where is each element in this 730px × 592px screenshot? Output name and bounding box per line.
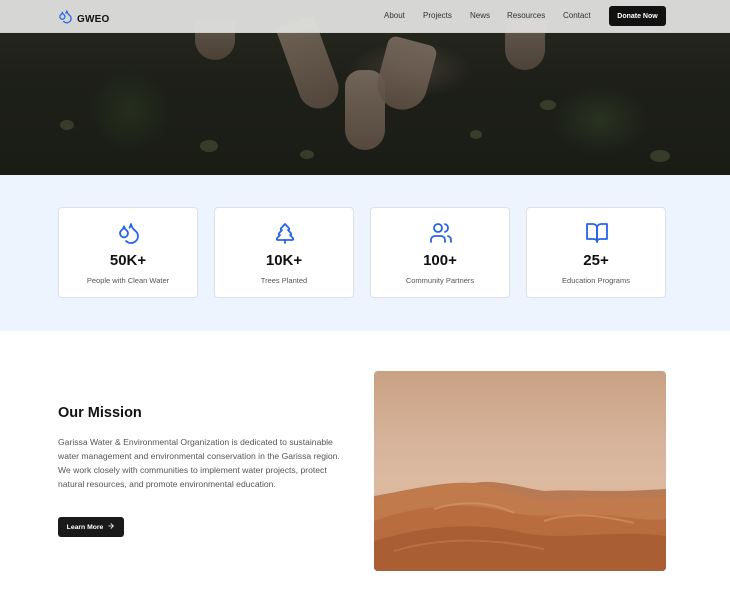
droplets-icon [58, 9, 73, 29]
stat-value: 25+ [583, 252, 609, 269]
stat-card-partners: 100+ Community Partners [370, 207, 510, 298]
stat-value: 100+ [423, 252, 457, 269]
stat-card-trees: 10K+ Trees Planted [214, 207, 354, 298]
brand-logo[interactable]: GWEO [58, 9, 109, 29]
book-open-icon [585, 221, 609, 245]
stat-value: 50K+ [109, 252, 147, 269]
nav-link-resources[interactable]: Resources [507, 11, 545, 20]
learn-more-button[interactable]: Learn More [58, 517, 124, 537]
nav-link-about[interactable]: About [384, 11, 405, 20]
stat-label: Trees Planted [260, 276, 308, 285]
nav-link-contact[interactable]: Contact [563, 11, 591, 20]
stats-section: 50K+ People with Clean Water 10K+ Trees … [0, 175, 730, 331]
stat-value: 10K+ [265, 252, 303, 269]
droplets-icon [117, 221, 141, 245]
nav-link-news[interactable]: News [470, 11, 490, 20]
arrow-right-icon [107, 522, 115, 532]
mission-text: Garissa Water & Environmental Organizati… [58, 437, 340, 489]
mission-title: Our Mission [58, 405, 142, 421]
desert-image [374, 371, 666, 571]
learn-more-label: Learn More [66, 523, 104, 531]
brand-name: GWEO [77, 13, 110, 25]
nav-link-projects[interactable]: Projects [423, 11, 452, 20]
stat-label: People with Clean Water [86, 276, 170, 285]
stat-label: Education Programs [562, 276, 630, 285]
top-navbar: GWEO About Projects News Resources Conta… [0, 0, 730, 33]
stat-card-clean-water: 50K+ People with Clean Water [58, 207, 198, 298]
donate-button[interactable]: Donate Now [609, 6, 666, 26]
tree-icon [273, 221, 297, 245]
stat-label: Community Partners [405, 276, 475, 285]
users-icon [429, 221, 453, 245]
stat-card-education: 25+ Education Programs [526, 207, 666, 298]
